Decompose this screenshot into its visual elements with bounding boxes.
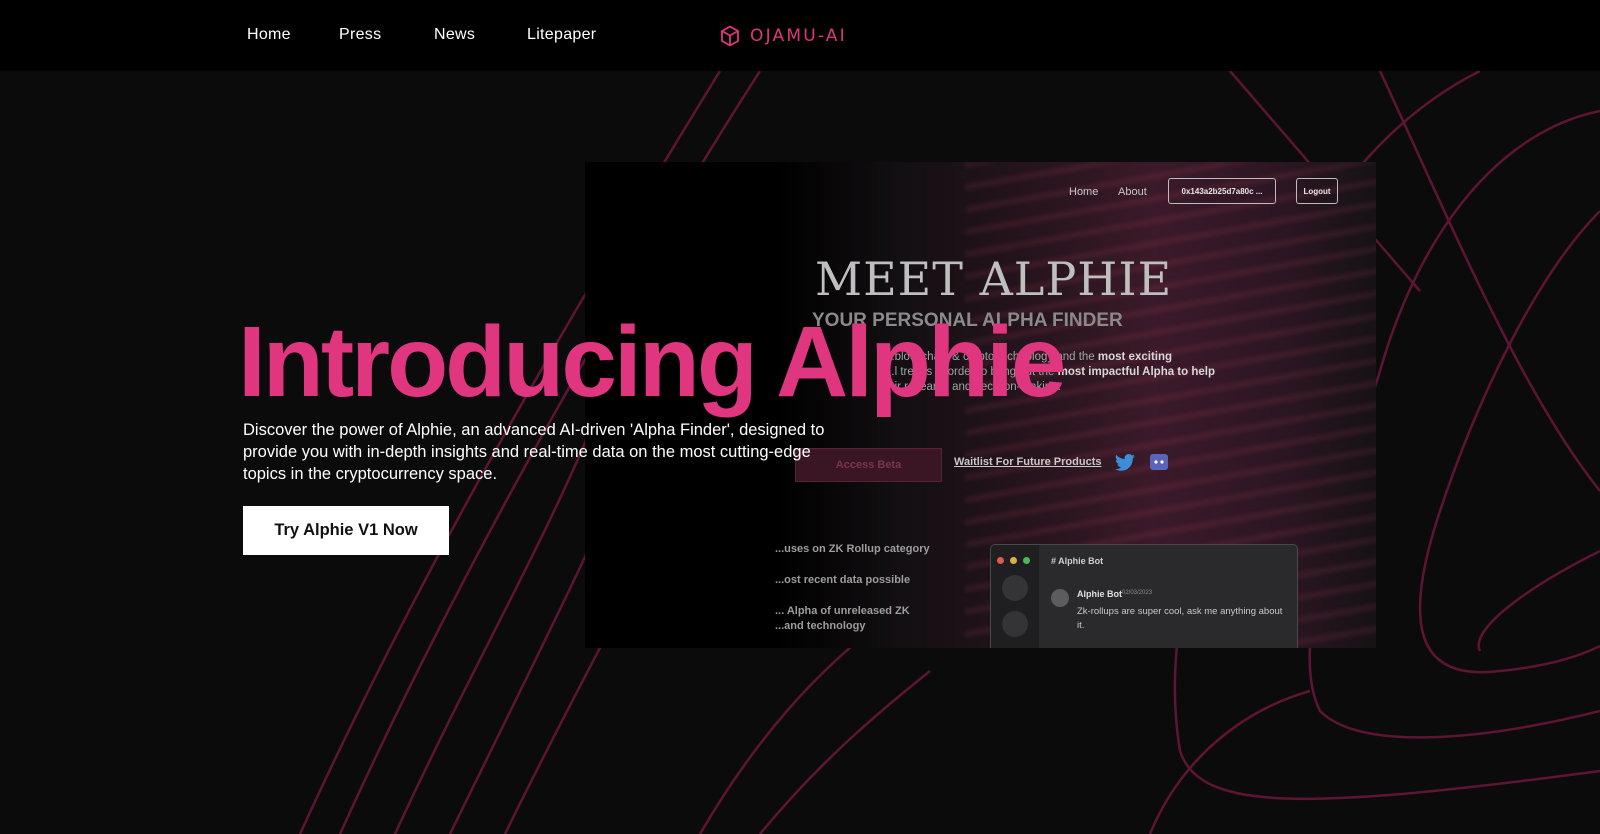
mockup-add-server-icon — [1002, 611, 1028, 637]
mockup-bot-avatar — [1051, 589, 1069, 607]
mockup-chat-author: Alphie Bot — [1077, 589, 1122, 599]
twitter-icon — [1115, 454, 1135, 471]
nav-link-litepaper[interactable]: Litepaper — [527, 26, 596, 44]
window-maximize-dot — [1023, 557, 1030, 564]
mockup-chat-window: # Alphie Bot Alphie Bot 02/03/2023 Zk-ro… — [990, 544, 1298, 648]
brand-name: OJAMU-AI — [750, 26, 847, 46]
mockup-feature-line: ...uses on ZK Rollup category — [775, 543, 930, 555]
try-alphie-button[interactable]: Try Alphie V1 Now — [243, 506, 449, 555]
mockup-chat-date: 02/03/2023 — [1122, 590, 1153, 596]
mockup-chat-message: Zk-rollups are super cool, ask me anythi… — [1077, 606, 1283, 631]
mockup-discord-home-icon — [1002, 575, 1028, 601]
mockup-waitlist-link: Waitlist For Future Products — [954, 456, 1102, 468]
mockup-title: MEET ALPHIE — [815, 252, 1173, 306]
hero-title: Introducing Alphie — [238, 306, 1067, 418]
nav-link-news[interactable]: News — [434, 26, 475, 44]
brand-logo[interactable]: OJAMU-AI — [720, 25, 847, 47]
mockup-feature-line: ...ost recent data possible — [775, 574, 911, 586]
mockup-nav-about: About — [1118, 186, 1147, 198]
mockup-feature-line: ... Alpha of unreleased ZK ...and technol… — [775, 605, 910, 632]
window-close-dot — [997, 557, 1004, 564]
hero-description: Discover the power of Alphie, an advance… — [243, 421, 825, 483]
discord-icon — [1150, 454, 1168, 470]
ojamu-logo-icon — [721, 25, 739, 47]
nav-link-press[interactable]: Press — [339, 26, 381, 44]
mockup-nav-home: Home — [1069, 186, 1099, 198]
mockup-chat-channel: # Alphie Bot — [1051, 556, 1104, 566]
nav-link-home[interactable]: Home — [247, 26, 291, 44]
mockup-logout-button: Logout — [1296, 178, 1338, 204]
window-minimize-dot — [1010, 557, 1017, 564]
mockup-wallet-button: 0x143a2b25d7a80c ... — [1168, 178, 1276, 204]
top-navbar: Home Press News Litepaper OJAMU-AI — [0, 0, 1600, 71]
